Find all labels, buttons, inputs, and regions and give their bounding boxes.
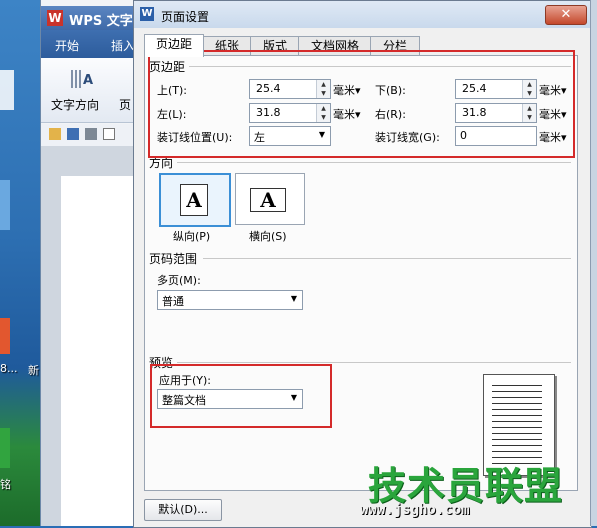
save-icon[interactable] bbox=[67, 128, 79, 140]
portrait-button[interactable]: A bbox=[159, 173, 231, 227]
multiple-pages-label: 多页(M): bbox=[157, 274, 201, 287]
desktop-app-icon[interactable] bbox=[0, 180, 10, 230]
group-divider bbox=[177, 162, 571, 163]
page-range-group-title: 页码范围 bbox=[149, 252, 198, 266]
multiple-pages-value: 普通 bbox=[162, 295, 184, 308]
desktop-label: 铭 bbox=[0, 478, 11, 491]
apply-to-highlight-box bbox=[150, 364, 332, 428]
wps-tab-home[interactable]: 开始 bbox=[55, 37, 79, 54]
wps-title: WPS 文字 bbox=[69, 14, 133, 29]
preview-text-line bbox=[492, 397, 542, 398]
preview-text-line bbox=[492, 433, 542, 434]
portrait-page-icon: A bbox=[180, 184, 208, 216]
chevron-down-icon: ▼ bbox=[290, 294, 297, 303]
preview-text-line bbox=[492, 451, 542, 452]
margins-highlight-box bbox=[148, 50, 575, 158]
dialog-title: 页面设置 bbox=[161, 10, 210, 24]
portrait-label: 纵向(P) bbox=[173, 230, 211, 243]
preview-text-line bbox=[492, 403, 542, 404]
print-preview-icon[interactable] bbox=[103, 128, 115, 140]
close-button[interactable]: ✕ bbox=[545, 5, 587, 25]
svg-text:A: A bbox=[83, 73, 93, 88]
ribbon-page-button[interactable]: 页 bbox=[119, 96, 131, 113]
preview-text-line bbox=[492, 415, 542, 416]
dialog-titlebar: W 页面设置 ✕ bbox=[134, 1, 591, 28]
landscape-button[interactable]: A bbox=[235, 173, 305, 225]
wps-logo-icon: W bbox=[47, 10, 63, 26]
text-direction-button[interactable]: 文字方向 bbox=[51, 96, 99, 113]
preview-text-line bbox=[492, 421, 542, 422]
background-window-edge bbox=[590, 0, 597, 526]
preview-text-line bbox=[492, 439, 542, 440]
preview-text-line bbox=[492, 391, 542, 392]
landscape-label: 横向(S) bbox=[249, 230, 287, 243]
desktop-app-icon[interactable] bbox=[0, 70, 14, 110]
default-button[interactable]: 默认(D)... bbox=[144, 499, 222, 521]
preview-text-line bbox=[492, 445, 542, 446]
print-icon[interactable] bbox=[85, 128, 97, 140]
desktop-app-icon[interactable] bbox=[0, 318, 10, 354]
site-watermark-url: www.jsgho.com bbox=[360, 502, 470, 518]
text-direction-icon[interactable]: A bbox=[69, 68, 95, 90]
preview-text-line bbox=[492, 427, 542, 428]
tab-margins[interactable]: 页边距 bbox=[144, 34, 204, 57]
open-folder-icon[interactable] bbox=[49, 128, 61, 140]
desktop-app-icon[interactable] bbox=[0, 428, 10, 468]
desktop-label: 8... bbox=[0, 362, 18, 375]
wps-app-icon: W bbox=[140, 7, 154, 21]
landscape-page-icon: A bbox=[250, 188, 286, 212]
portrait-glyph: A bbox=[186, 188, 202, 212]
wps-tab-insert[interactable]: 插入 bbox=[111, 37, 135, 54]
group-divider bbox=[203, 258, 571, 259]
multiple-pages-select[interactable]: 普通 ▼ bbox=[157, 290, 303, 310]
preview-text-line bbox=[492, 385, 542, 386]
group-divider bbox=[177, 362, 571, 363]
preview-text-line bbox=[492, 409, 542, 410]
desktop-label: 新 bbox=[28, 364, 39, 377]
landscape-glyph: A bbox=[260, 188, 276, 212]
